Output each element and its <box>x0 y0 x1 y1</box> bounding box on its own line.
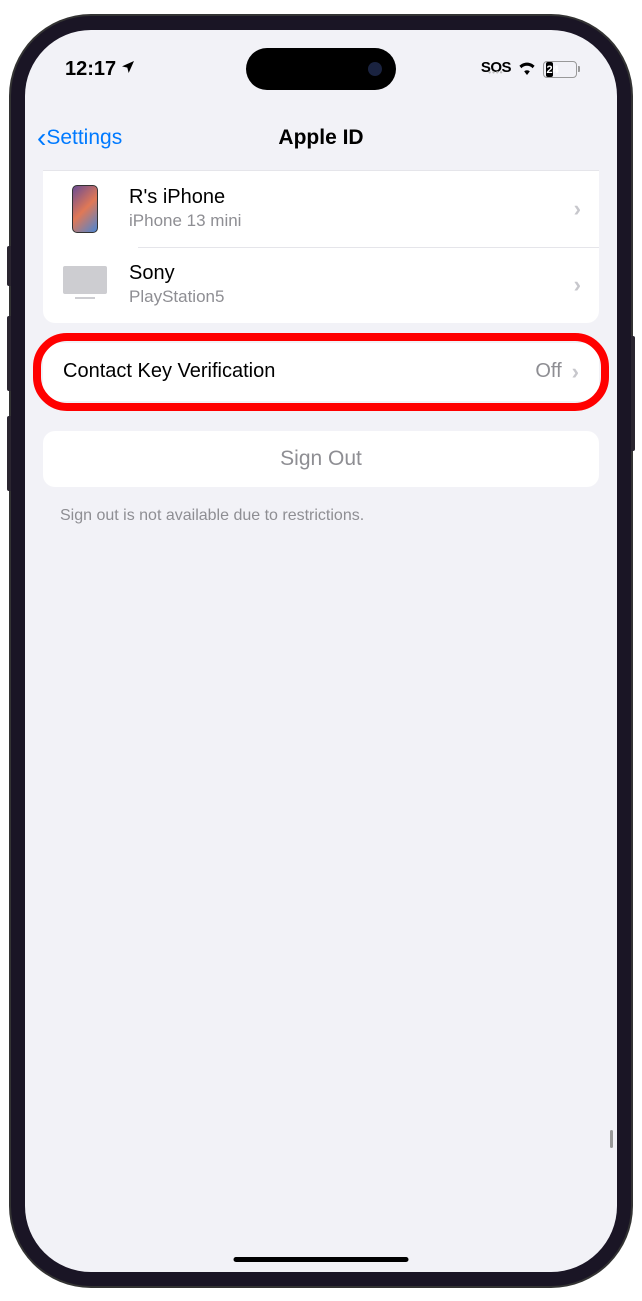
device-row-iphone[interactable]: R's iPhone iPhone 13 mini › <box>43 171 599 247</box>
power-button <box>631 336 635 451</box>
side-button <box>7 246 11 286</box>
status-left: 12:17 <box>65 58 136 81</box>
back-button[interactable]: ‹ Settings <box>37 122 122 154</box>
scroll-indicator[interactable] <box>610 1130 613 1148</box>
back-label: Settings <box>46 126 122 150</box>
contact-key-verification-container: Contact Key Verification Off › <box>43 343 599 401</box>
content: R's iPhone iPhone 13 mini › Sony <box>25 170 617 525</box>
sign-out-label: Sign Out <box>280 447 362 470</box>
camera-dot <box>368 62 382 76</box>
home-indicator[interactable] <box>234 1257 409 1262</box>
contact-key-value: Off <box>535 360 561 383</box>
phone-frame: 12:17 SOS •••• 24 <box>11 16 631 1286</box>
chevron-right-icon: › <box>572 359 579 385</box>
device-name: Sony <box>129 262 574 285</box>
sign-out-footer: Sign out is not available due to restric… <box>25 497 617 525</box>
wifi-icon <box>517 58 537 81</box>
location-services-icon <box>120 58 136 81</box>
sign-out-button: Sign Out <box>43 431 599 487</box>
device-name: R's iPhone <box>129 186 574 209</box>
playstation-icon <box>61 261 109 309</box>
sos-indicator: SOS •••• <box>481 65 511 74</box>
volume-up-button <box>7 316 11 391</box>
status-right: SOS •••• 24 <box>481 58 577 81</box>
nav-bar: ‹ Settings Apple ID <box>25 110 617 166</box>
battery-icon: 24 <box>543 61 577 78</box>
status-time: 12:17 <box>65 58 116 81</box>
chevron-right-icon: › <box>574 272 581 298</box>
device-text: R's iPhone iPhone 13 mini <box>129 186 574 231</box>
contact-key-verification-row[interactable]: Contact Key Verification Off › <box>43 343 599 401</box>
chevron-left-icon: ‹ <box>37 122 46 154</box>
screen: 12:17 SOS •••• 24 <box>25 30 617 1272</box>
dynamic-island <box>246 48 396 90</box>
device-model: PlayStation5 <box>129 287 574 307</box>
volume-down-button <box>7 416 11 491</box>
chevron-right-icon: › <box>574 196 581 222</box>
page-title: Apple ID <box>278 126 363 150</box>
device-model: iPhone 13 mini <box>129 211 574 231</box>
iphone-icon <box>61 185 109 233</box>
devices-section: R's iPhone iPhone 13 mini › Sony <box>43 170 599 323</box>
contact-key-label: Contact Key Verification <box>63 360 535 383</box>
device-text: Sony PlayStation5 <box>129 262 574 307</box>
device-row-playstation[interactable]: Sony PlayStation5 › <box>43 247 599 323</box>
